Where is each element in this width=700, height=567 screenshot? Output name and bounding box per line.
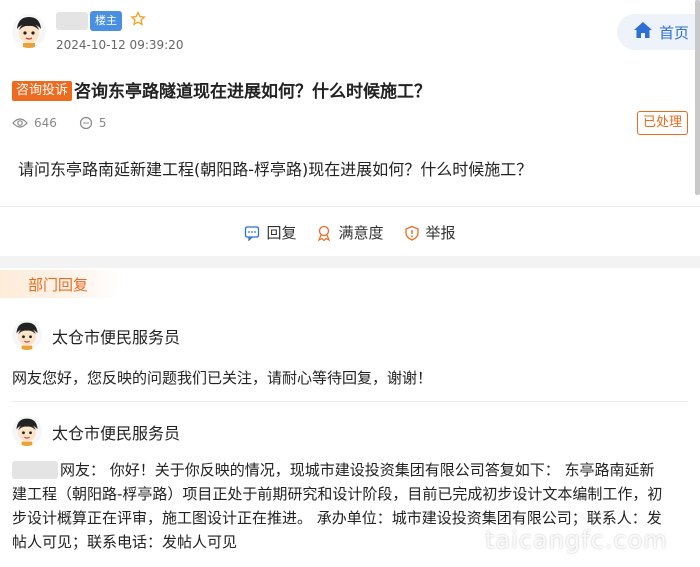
site-watermark: taicangfc.com [485,526,668,554]
reply-button[interactable]: 回复 [244,222,296,243]
home-button[interactable]: 首页 [617,14,697,50]
post-title: 咨询东亭路隧道现在进展如何？什么时候施工？ [74,82,431,102]
dept-reply-tab: 部门回复 [0,270,120,298]
home-label: 首页 [659,23,690,42]
reply-author[interactable]: 太仓市便民服务员 [52,420,180,444]
divider [12,401,688,402]
reply-icon [245,225,260,241]
reply-avatar[interactable] [12,320,42,350]
post-stats: 646 5 [12,116,129,130]
home-icon [633,21,653,43]
post-content: 请问东亭路南延新建工程(朝阳路-桴亭路)现在进展如何？什么时候施工？ [18,160,533,179]
status-badge: 已处理 [637,111,689,135]
scrollbar[interactable] [695,0,700,195]
post-actions: 回复 满意度 举报 [0,222,700,243]
username-blurred [12,461,58,479]
reply-text-line: 建工程（朝阳路-桴亭路）项目正处于前期研究和设计阶段，目前已完成初步设计文本编制… [12,485,663,503]
reply-text-line: 帖人可见；联系电话：发帖人可见 [12,533,238,551]
divider [0,206,700,207]
author-name-blurred[interactable] [56,12,88,30]
report-icon [404,225,419,241]
post-time: 2024-10-12 09:39:20 [56,38,184,52]
author-avatar[interactable] [12,14,46,48]
category-tag[interactable]: 咨询投诉 [12,81,73,101]
eye-icon [12,118,28,128]
host-badge: 楼主 [90,11,122,31]
reply-text: 网友您好，您反映的问题我们已关注，请耐心等待回复，谢谢！ [12,369,433,387]
comments-count: 5 [79,116,107,130]
satisfaction-icon [318,225,331,241]
satisfaction-button[interactable]: 满意度 [316,222,384,243]
report-button[interactable]: 举报 [404,222,456,243]
reply-text-line: 网友： 你好！关于你反映的情况，现城市建设投资集团有限公司答复如下： 东亭路南延… [60,461,655,479]
reply-avatar[interactable] [12,416,42,446]
star-icon [130,10,146,27]
comment-icon [79,116,93,130]
section-gap [0,256,700,268]
reply-author[interactable]: 太仓市便民服务员 [52,324,180,348]
views-count: 646 [12,116,57,130]
